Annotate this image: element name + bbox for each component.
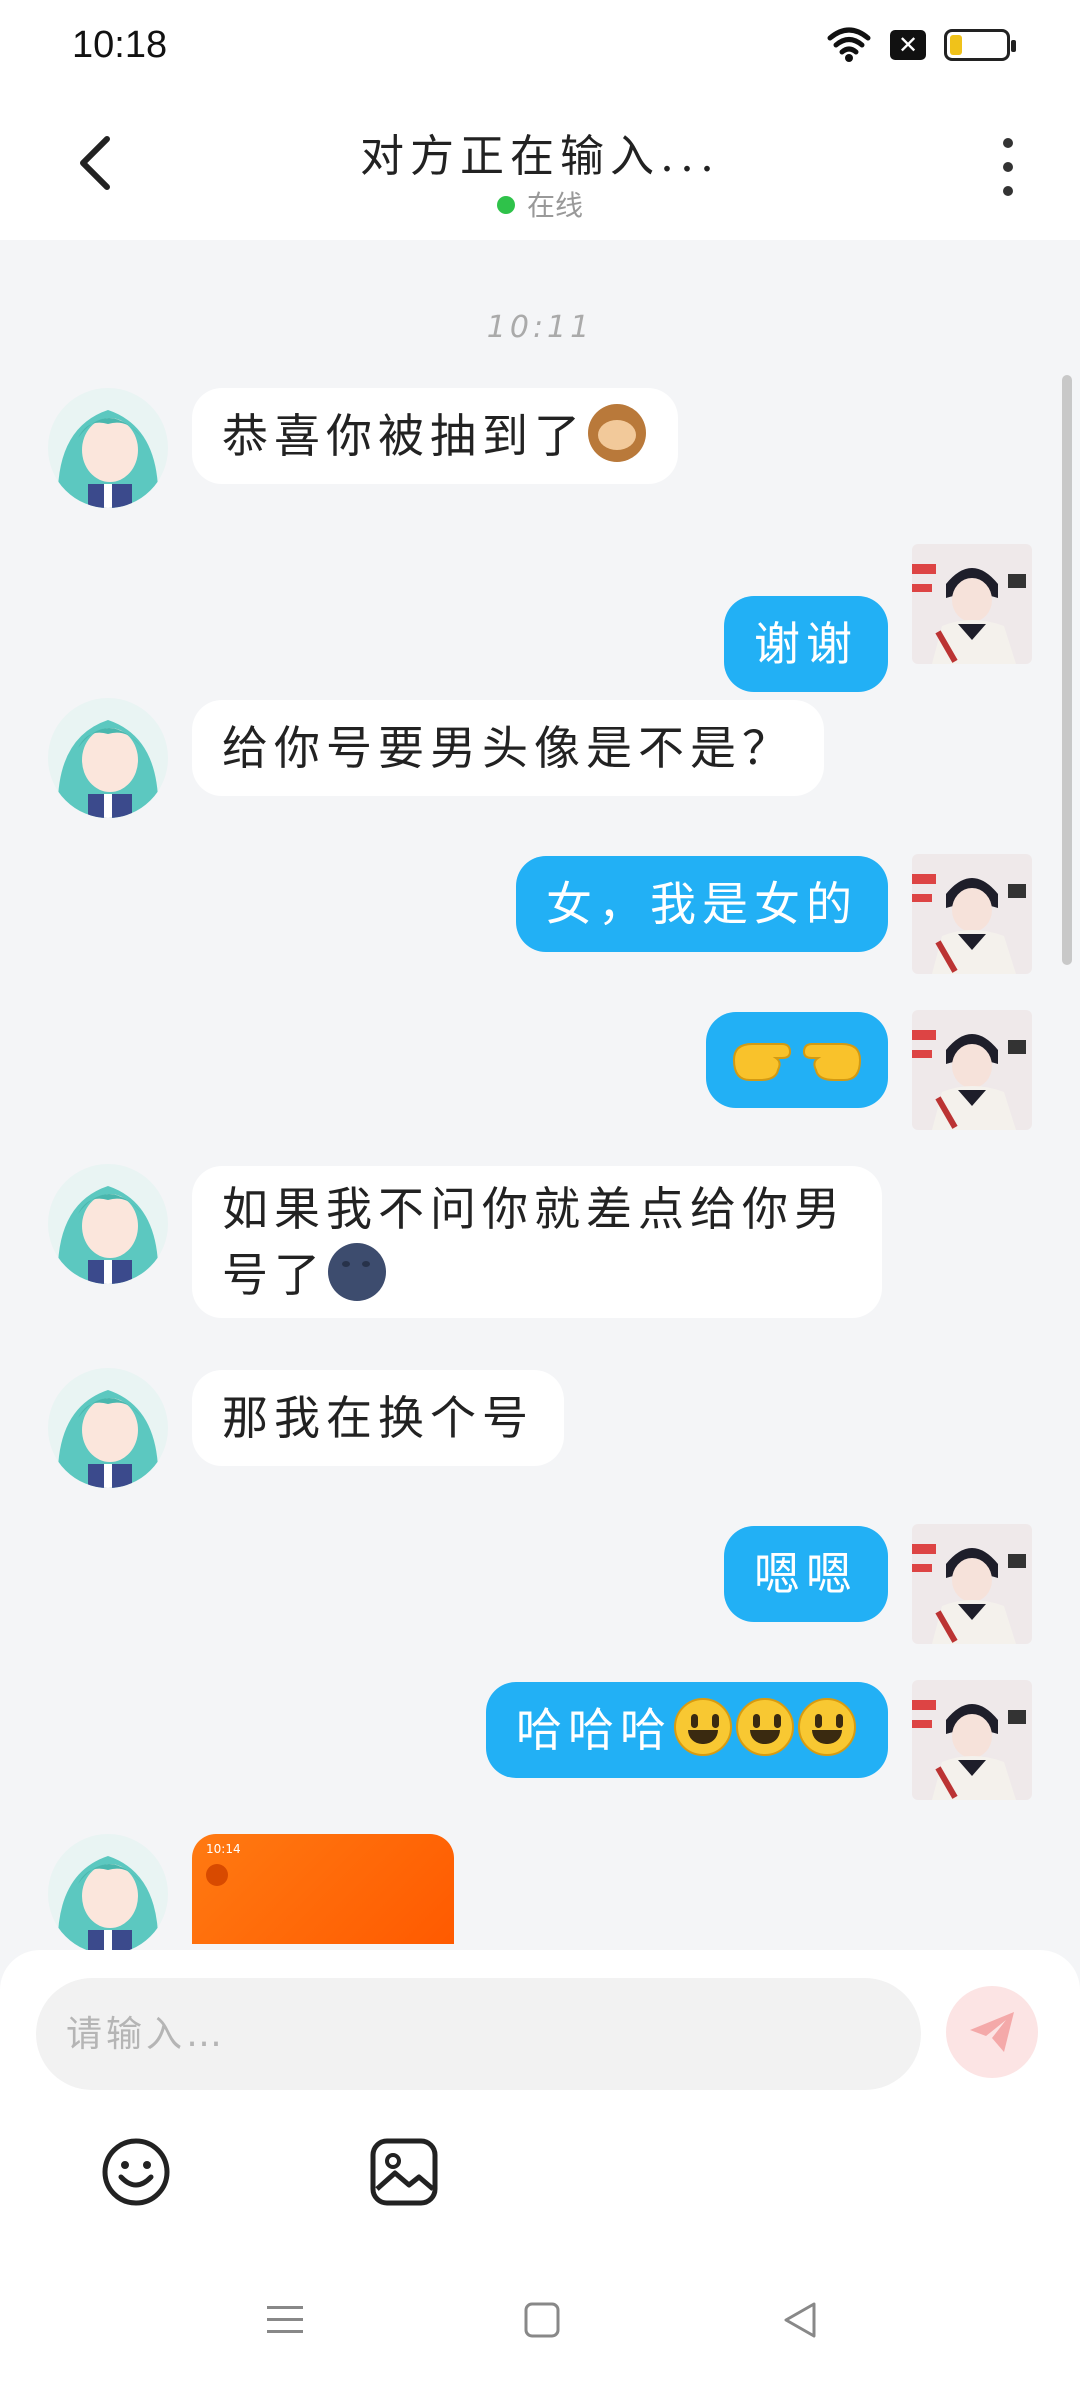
page-title: 对方正在输入... (360, 131, 720, 182)
more-dot-icon (1003, 186, 1013, 196)
more-options-button[interactable] (988, 132, 1028, 202)
incoming-message[interactable]: 如果我不问你就差点给你男 号了 (192, 1166, 882, 1318)
anime-boy-avatar-image (912, 854, 1032, 974)
image-picker-icon (370, 2138, 438, 2206)
my-avatar[interactable] (912, 1524, 1032, 1644)
online-status-label: 在线 (526, 189, 583, 222)
my-avatar[interactable] (912, 854, 1032, 974)
my-avatar[interactable] (912, 1010, 1032, 1130)
anime-boy-avatar-image (912, 1524, 1032, 1644)
message-input[interactable] (36, 1978, 921, 2090)
close-notification-icon: ✕ (890, 30, 926, 60)
back-nav-button[interactable] (770, 2290, 830, 2350)
emoji-picker-button[interactable] (98, 2134, 174, 2210)
smiley-emoji-icon (798, 1698, 856, 1756)
contact-avatar[interactable] (48, 388, 168, 508)
contact-avatar[interactable] (48, 1834, 168, 1950)
image-back-icon (206, 1864, 228, 1886)
outgoing-message[interactable]: 女，我是女的 (516, 856, 888, 952)
battery-fill (950, 35, 962, 55)
my-avatar[interactable] (912, 544, 1032, 664)
menu-button[interactable] (255, 2290, 315, 2350)
scrollbar[interactable] (1062, 375, 1072, 965)
message-timestamp: 10:11 (486, 310, 594, 345)
paper-plane-icon (970, 2012, 1014, 2052)
message-composer (0, 1950, 1080, 2250)
status-icons: ✕ (826, 26, 1016, 64)
outgoing-message[interactable]: 谢谢 (724, 596, 888, 692)
anime-girl-avatar-image (48, 1368, 168, 1488)
image-caption: 10:14 (206, 1842, 241, 1856)
message-text-line: 号了 (222, 1242, 852, 1308)
home-button[interactable] (512, 2290, 572, 2350)
menu-icon (267, 2306, 303, 2333)
send-button[interactable] (946, 1986, 1038, 2078)
contact-avatar[interactable] (48, 1368, 168, 1488)
system-navigation-bar (0, 2250, 1080, 2400)
image-message[interactable]: 10:14 (192, 1834, 454, 1944)
message-text: 号了 (222, 1248, 326, 1302)
anime-boy-avatar-image (912, 544, 1032, 664)
message-text: 谢谢 (754, 617, 858, 671)
new-moon-face-emoji-icon (328, 1243, 386, 1301)
anime-girl-avatar-image (48, 1834, 168, 1950)
status-time: 10:18 (72, 24, 168, 66)
outgoing-message[interactable]: 哈哈哈 (486, 1682, 888, 1778)
message-text: 给你号要男头像是不是？ (222, 721, 794, 775)
battery-icon (944, 29, 1016, 61)
pointing-hands-emoji-icon (732, 1043, 862, 1081)
anime-girl-avatar-image (48, 388, 168, 508)
message-text: 那我在换个号 (222, 1391, 534, 1445)
smiley-emoji-icon (674, 1698, 732, 1756)
my-avatar[interactable] (912, 1680, 1032, 1800)
anime-boy-avatar-image (912, 1010, 1032, 1130)
wifi-icon (827, 27, 871, 62)
chat-header: 对方正在输入... 在线 (0, 96, 1080, 240)
status-bar: 10:18 ✕ (0, 0, 1080, 96)
home-icon (524, 2302, 560, 2338)
emoji-picker-icon (102, 2138, 170, 2206)
anime-girl-avatar-image (48, 1164, 168, 1284)
message-text: 恭喜你被抽到了 (222, 409, 586, 463)
more-dot-icon (1003, 162, 1013, 172)
incoming-message[interactable]: 那我在换个号 (192, 1370, 564, 1466)
message-text: 女，我是女的 (546, 877, 858, 931)
message-text-line: 如果我不问你就差点给你男 (222, 1182, 846, 1236)
image-picker-button[interactable] (366, 2134, 442, 2210)
anime-boy-avatar-image (912, 1680, 1032, 1800)
incoming-message[interactable]: 给你号要男头像是不是？ (192, 700, 824, 796)
anime-girl-avatar-image (48, 698, 168, 818)
message-text: 哈哈哈 (516, 1703, 672, 1757)
outgoing-message[interactable]: 嗯嗯 (724, 1526, 888, 1622)
monkey-emoji-icon (588, 404, 646, 462)
back-triangle-icon (784, 2302, 816, 2338)
incoming-message[interactable]: 恭喜你被抽到了 (192, 388, 678, 484)
more-dot-icon (1003, 138, 1013, 148)
online-dot-icon (496, 196, 515, 214)
message-text: 嗯嗯 (754, 1547, 858, 1601)
contact-avatar[interactable] (48, 698, 168, 818)
smiley-emoji-icon (736, 1698, 794, 1756)
chat-messages[interactable]: 10:11 恭喜你被抽到了 谢谢 给你号要男头像是不是？ 女，我是女的 如果我不… (0, 240, 1080, 1950)
online-status: 在线 (0, 184, 1080, 224)
outgoing-message[interactable] (706, 1012, 888, 1108)
contact-avatar[interactable] (48, 1164, 168, 1284)
